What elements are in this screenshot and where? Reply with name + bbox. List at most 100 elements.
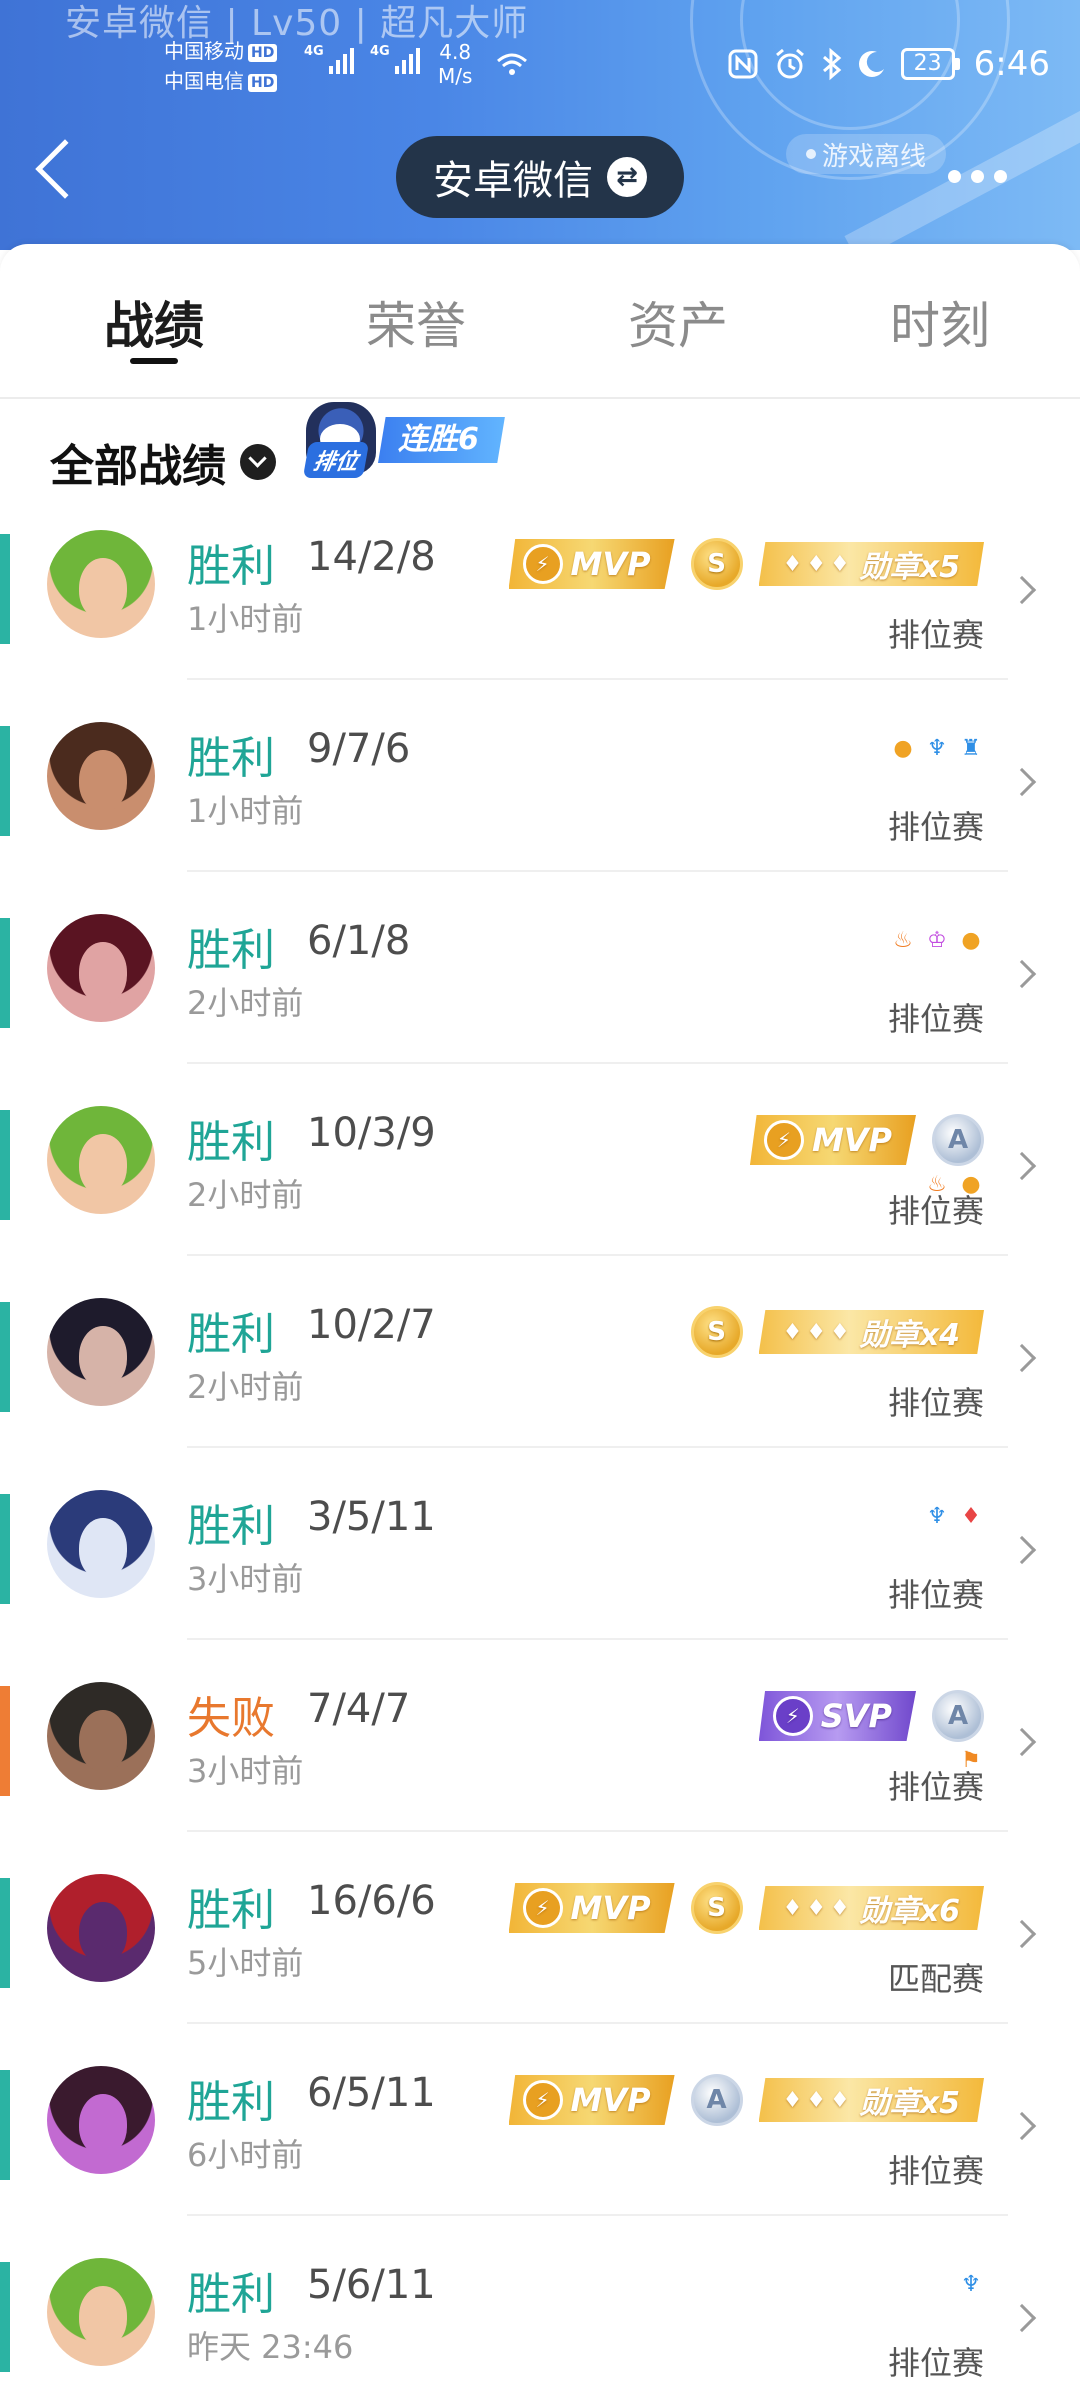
tab-assets[interactable]: 资产 <box>608 244 748 397</box>
match-row[interactable]: 胜利 16/6/6 5小时前 匹配赛 ⚡ MVP S ♦♦♦ 勋章x6 <box>0 1874 1080 2066</box>
time-ago: 1小时前 <box>187 792 304 830</box>
coin-stack-icon: ● <box>961 1172 981 1197</box>
mvp-label: MVP <box>811 1121 892 1159</box>
match-row[interactable]: 胜利 10/2/7 2小时前 排位赛 S ♦♦♦ 勋章x4 <box>0 1298 1080 1490</box>
achievement-icons: ♨ ♔ ● <box>890 928 984 954</box>
speed-unit: M/s <box>438 64 473 88</box>
kda: 6/5/11 <box>307 2070 436 2116</box>
time-ago: 3小时前 <box>187 1752 304 1790</box>
game-status-text: 游戏离线 <box>822 141 927 172</box>
result-indicator-bar <box>0 1302 10 1412</box>
hero-avatar <box>47 914 155 1022</box>
lightning-emblem-icon: ⚡ <box>522 1888 563 1928</box>
tower-icon: ♜ <box>961 736 981 761</box>
match-row[interactable]: 胜利 9/7/6 1小时前 排位赛 ● ♆ ♜ <box>0 722 1080 914</box>
chevron-right-icon <box>1007 2303 1037 2333</box>
wifi-icon <box>497 53 527 75</box>
match-row[interactable]: 胜利 3/5/11 3小时前 排位赛 ♆ ♦ <box>0 1490 1080 1682</box>
match-row[interactable]: 胜利 10/3/9 2小时前 排位赛 ⚡ MVP A ♨ ● <box>0 1106 1080 1298</box>
moon-icon <box>858 51 884 77</box>
hero-avatar <box>47 1298 155 1406</box>
blood-drop-icon: ♦ <box>961 1504 981 1529</box>
achievement-icons: ♆ ♦ <box>924 1504 984 1530</box>
tab-honor[interactable]: 荣誉 <box>346 244 486 397</box>
chevron-right-icon <box>1007 1535 1037 1565</box>
hero-avatar <box>47 1106 155 1214</box>
hero-avatar <box>47 1874 155 1982</box>
swap-icon: ⇄ <box>607 157 647 197</box>
match-row[interactable]: 胜利 14/2/8 1小时前 排位赛 ⚡ MVP S ♦♦♦ 勋章x5 <box>0 530 1080 722</box>
kda: 9/7/6 <box>307 726 411 772</box>
mvp-badge: ⚡ MVP <box>508 539 675 589</box>
coin-stack-icon: ● <box>961 928 981 953</box>
hero-avatar <box>47 722 155 830</box>
badge-row: ⚡ MVP A <box>749 1110 984 1170</box>
status-icons: 23 6:46 <box>727 44 1050 84</box>
wings-icon: ♆ <box>961 2272 981 2297</box>
carrier-2: 中国电信 <box>164 69 244 93</box>
result-indicator-bar <box>0 1686 10 1796</box>
badge-row: ⚡ MVP S ♦♦♦ 勋章x6 <box>508 1878 984 1938</box>
signal-1: 4G <box>304 44 354 74</box>
divider <box>187 1638 1008 1640</box>
more-options-icon[interactable] <box>948 170 1007 183</box>
hero-avatar <box>47 530 155 638</box>
tab-moments[interactable]: 时刻 <box>870 244 1010 397</box>
account-switch-button[interactable]: 安卓微信 ⇄ <box>396 136 684 218</box>
match-mode: 排位赛 <box>887 2152 984 2190</box>
result-indicator-bar <box>0 2262 10 2372</box>
divider <box>187 678 1008 680</box>
honor-medal-badge: ♦♦♦ 勋章x5 <box>758 2078 984 2122</box>
match-row[interactable]: 胜利 6/5/11 6小时前 排位赛 ⚡ MVP A ♦♦♦ 勋章x5 <box>0 2066 1080 2258</box>
honor-medal-badge: ♦♦♦ 勋章x4 <box>758 1310 984 1354</box>
mvp-badge: ⚡ MVP <box>508 1883 675 1933</box>
mvp-badge: ⚡ MVP <box>508 2075 675 2125</box>
back-button[interactable] <box>35 139 95 199</box>
win-streak-badge: 排位 连胜6 <box>302 402 505 478</box>
wings-icon: ♆ <box>927 1504 947 1529</box>
chevron-right-icon <box>1007 959 1037 989</box>
clock: 6:46 <box>973 44 1050 84</box>
match-mode: 排位赛 <box>887 808 984 846</box>
match-row[interactable]: 胜利 6/1/8 2小时前 排位赛 ♨ ♔ ● <box>0 914 1080 1106</box>
s-rating-medal: S <box>690 1882 743 1934</box>
result-indicator-bar <box>0 1878 10 1988</box>
a-rating-medal: A <box>932 1690 984 1742</box>
mvp-label: MVP <box>570 1889 651 1927</box>
match-row[interactable]: 胜利 5/6/11 昨天 23:46 排位赛 ♆ <box>0 2258 1080 2400</box>
status-dot-icon <box>806 149 816 159</box>
network-type: 4G <box>304 44 324 59</box>
fire-icon: ♨ <box>927 1172 947 1197</box>
a-rating-medal: A <box>690 2074 743 2126</box>
badge-row: S ♦♦♦ 勋章x4 <box>690 1302 984 1362</box>
time-ago: 2小时前 <box>187 1176 304 1214</box>
tab-record[interactable]: 战绩 <box>84 244 224 397</box>
battery-icon: 23 <box>900 48 960 80</box>
hero-avatar <box>47 2258 155 2366</box>
chevron-right-icon <box>1007 2111 1037 2141</box>
lightning-emblem-icon: ⚡ <box>522 544 563 584</box>
time-ago: 2小时前 <box>187 984 304 1022</box>
time-ago: 3小时前 <box>187 1560 304 1598</box>
match-result: 胜利 <box>187 733 275 784</box>
achievement-icons: ● ♆ ♜ <box>890 736 984 762</box>
match-row[interactable]: 失败 7/4/7 3小时前 排位赛 ⚡ SVP A ⚑ <box>0 1682 1080 1874</box>
match-mode: 匹配赛 <box>887 1960 984 1998</box>
match-result: 胜利 <box>187 1501 275 1552</box>
streak-rank-tag: 排位 <box>302 442 370 478</box>
achievement-icons: ♆ <box>958 2272 984 2298</box>
badge-row: ⚡ SVP A <box>758 1686 984 1746</box>
record-filter-dropdown[interactable]: 全部战绩 <box>50 430 276 494</box>
streak-text: 连胜6 <box>378 417 505 463</box>
header: 安卓微信 | Lv50 | 超凡大师 中国移动 HD 中国电信 HD 4G 4G 4… <box>0 0 1080 250</box>
carrier-1: 中国移动 <box>164 39 244 63</box>
match-mode: 排位赛 <box>887 616 984 654</box>
chevron-down-icon <box>240 444 276 480</box>
result-indicator-bar <box>0 1494 10 1604</box>
result-indicator-bar <box>0 2070 10 2180</box>
nfc-icon <box>728 49 758 79</box>
game-status-badge: 游戏离线 <box>786 134 947 174</box>
mvp-label: MVP <box>570 545 651 583</box>
lightning-emblem-icon: ⚡ <box>772 1696 813 1736</box>
divider <box>187 2214 1008 2216</box>
